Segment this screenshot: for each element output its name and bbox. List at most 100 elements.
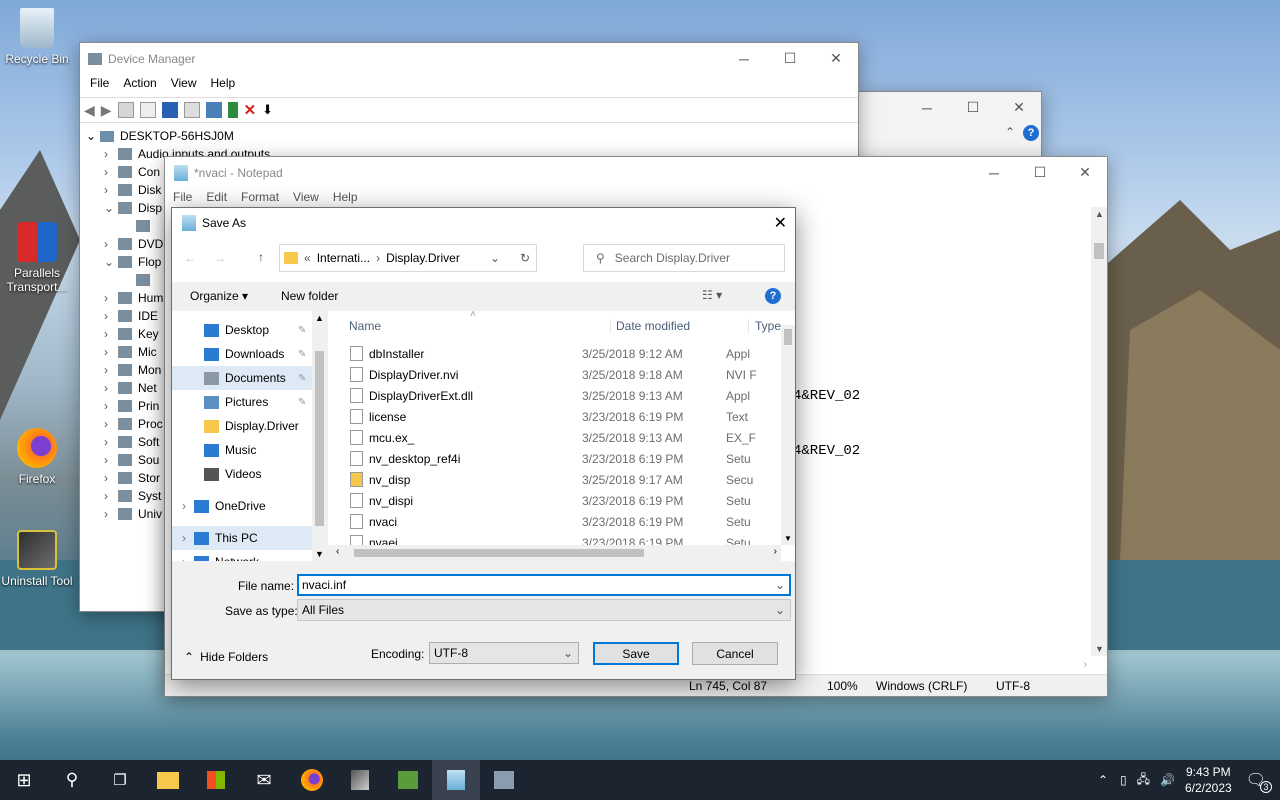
- app-button[interactable]: [384, 760, 432, 800]
- nav-item[interactable]: Desktop ✎: [172, 318, 312, 342]
- help-icon[interactable]: ?: [1023, 125, 1039, 141]
- menu-help[interactable]: Help: [326, 190, 365, 204]
- tree-root[interactable]: ⌄ DESKTOP-56HSJ0M: [86, 127, 234, 145]
- expand-icon[interactable]: ›: [104, 435, 118, 449]
- close-button[interactable]: ✕: [774, 213, 787, 233]
- view-options-icon[interactable]: ☷ ▾: [702, 288, 722, 302]
- scroll-up-icon[interactable]: ▲: [315, 313, 324, 323]
- properties-icon[interactable]: [117, 102, 134, 118]
- back-icon[interactable]: ◀: [84, 102, 95, 119]
- nav-item[interactable]: Pictures ✎: [172, 390, 312, 414]
- forward-icon[interactable]: ▶: [101, 102, 112, 119]
- expand-icon[interactable]: ›: [104, 309, 118, 323]
- mail-button[interactable]: ✉: [240, 760, 288, 800]
- expand-icon[interactable]: ›: [104, 507, 118, 521]
- file-row[interactable]: nv_desktop_ref4i 3/23/2018 6:19 PM Setu: [342, 448, 757, 469]
- menu-edit[interactable]: Edit: [199, 190, 234, 204]
- chevron-right-icon[interactable]: ›: [182, 531, 186, 545]
- store-button[interactable]: [192, 760, 240, 800]
- desktop-icon-parallels[interactable]: Parallels Transport...: [0, 222, 74, 294]
- file-row[interactable]: DisplayDriverExt.dll 3/25/2018 9:13 AM App…: [342, 385, 757, 406]
- device-manager-button[interactable]: [480, 760, 528, 800]
- expand-icon[interactable]: ›: [104, 399, 118, 413]
- breadcrumb-prefix[interactable]: «: [304, 251, 311, 265]
- back-icon[interactable]: ←: [184, 251, 196, 265]
- menu-view[interactable]: View: [286, 190, 326, 204]
- nav-item[interactable]: Downloads ✎: [172, 342, 312, 366]
- file-name-input[interactable]: nvaci.inf ⌄: [297, 574, 791, 596]
- file-explorer-button[interactable]: [144, 760, 192, 800]
- menu-action[interactable]: Action: [116, 76, 163, 90]
- nav-item[interactable]: › OneDrive: [172, 494, 312, 518]
- cancel-button[interactable]: Cancel: [692, 642, 778, 665]
- nav-item[interactable]: Documents ✎: [172, 366, 312, 390]
- menu-help[interactable]: Help: [204, 76, 243, 90]
- maximize-button[interactable]: ☐: [950, 92, 996, 123]
- chevron-up-icon[interactable]: ⌃: [1005, 125, 1015, 139]
- search-button[interactable]: ⚲: [48, 760, 96, 800]
- column-type[interactable]: Type: [748, 319, 781, 333]
- uninstall-tool-button[interactable]: [336, 760, 384, 800]
- desktop-icon-firefox[interactable]: Firefox: [0, 428, 74, 486]
- column-name[interactable]: Name: [349, 319, 381, 333]
- menu-file[interactable]: File: [166, 190, 199, 204]
- menu-file[interactable]: File: [83, 76, 116, 90]
- save-as-dialog[interactable]: Save As ✕ ← → ↑ « Internati... › Display…: [171, 207, 796, 680]
- save-type-select[interactable]: All Files ⌄: [297, 599, 791, 621]
- list-vscrollbar[interactable]: ▼: [781, 325, 795, 545]
- nav-item[interactable]: Music: [172, 438, 312, 462]
- pin-icon[interactable]: ✎: [298, 349, 306, 360]
- update-driver-icon[interactable]: [227, 102, 238, 118]
- expand-icon[interactable]: ›: [104, 147, 118, 161]
- search-input[interactable]: ⚲ Search Display.Driver: [583, 244, 785, 272]
- nav-item[interactable]: Videos: [172, 462, 312, 486]
- expand-icon[interactable]: ›: [104, 453, 118, 467]
- expand-icon[interactable]: ›: [104, 381, 118, 395]
- notification-button[interactable]: 🗨 3: [1246, 770, 1272, 793]
- minimize-button[interactable]: ─: [971, 157, 1017, 188]
- expand-icon[interactable]: ⌄: [104, 201, 118, 215]
- scroll-thumb[interactable]: [1094, 243, 1104, 259]
- new-folder-button[interactable]: New folder: [281, 289, 338, 303]
- minimize-button[interactable]: ─: [721, 43, 767, 74]
- file-row[interactable]: nv_dispi 3/23/2018 6:19 PM Setu: [342, 490, 757, 511]
- task-view-button[interactable]: ❐: [96, 760, 144, 800]
- volume-icon[interactable]: 🔊: [1160, 773, 1175, 787]
- clock[interactable]: 9:43 PM 6/2/2023: [1185, 764, 1232, 796]
- vertical-scrollbar[interactable]: ▲ ▼: [1091, 207, 1107, 656]
- breadcrumb-part[interactable]: Display.Driver: [386, 251, 460, 265]
- firefox-button[interactable]: [288, 760, 336, 800]
- scroll-right-icon[interactable]: ›: [774, 546, 777, 557]
- hide-folders-button[interactable]: ⌃ Hide Folders: [184, 650, 268, 664]
- nav-item[interactable]: › Network: [172, 550, 312, 561]
- scroll-left-icon[interactable]: ‹: [336, 546, 339, 557]
- expand-icon[interactable]: ›: [104, 363, 118, 377]
- chevron-right-icon[interactable]: ›: [376, 251, 380, 265]
- scroll-down-icon[interactable]: ▼: [1095, 644, 1104, 654]
- chevron-down-icon[interactable]: ⌄: [490, 251, 500, 265]
- chevron-down-icon[interactable]: ⌄: [563, 646, 573, 660]
- dialog-title-bar[interactable]: Save As ✕: [172, 208, 795, 238]
- desktop-icon-recycle-bin[interactable]: Recycle Bin: [0, 8, 74, 66]
- device-icon[interactable]: ▯: [1120, 773, 1127, 787]
- nav-scrollbar[interactable]: ▲ ▼: [312, 311, 327, 561]
- column-date[interactable]: Date modified: [610, 319, 690, 333]
- close-button[interactable]: ✕: [1062, 157, 1108, 188]
- file-row[interactable]: mcu.ex_ 3/25/2018 9:13 AM EX_F: [342, 427, 757, 448]
- list-hscrollbar[interactable]: ‹ ›: [328, 545, 781, 561]
- chevron-right-icon[interactable]: ›: [182, 499, 186, 513]
- scroll-thumb[interactable]: [354, 549, 644, 557]
- expand-icon[interactable]: ›: [104, 237, 118, 251]
- up-icon[interactable]: ↑: [258, 250, 264, 264]
- expand-icon[interactable]: ›: [104, 345, 118, 359]
- maximize-button[interactable]: ☐: [767, 43, 813, 74]
- address-bar[interactable]: « Internati... › Display.Driver ⌄ ↻: [279, 244, 537, 272]
- chevron-down-icon[interactable]: ⌄: [775, 603, 785, 617]
- maximize-button[interactable]: ☐: [1017, 157, 1063, 188]
- pin-icon[interactable]: ✎: [298, 325, 306, 336]
- expand-icon[interactable]: ›: [104, 327, 118, 341]
- encoding-select[interactable]: UTF-8 ⌄: [429, 642, 579, 664]
- nav-item[interactable]: Display.Driver: [172, 414, 312, 438]
- file-row[interactable]: nvaci 3/23/2018 6:19 PM Setu: [342, 511, 757, 532]
- network-icon[interactable]: 🖧: [1137, 770, 1150, 791]
